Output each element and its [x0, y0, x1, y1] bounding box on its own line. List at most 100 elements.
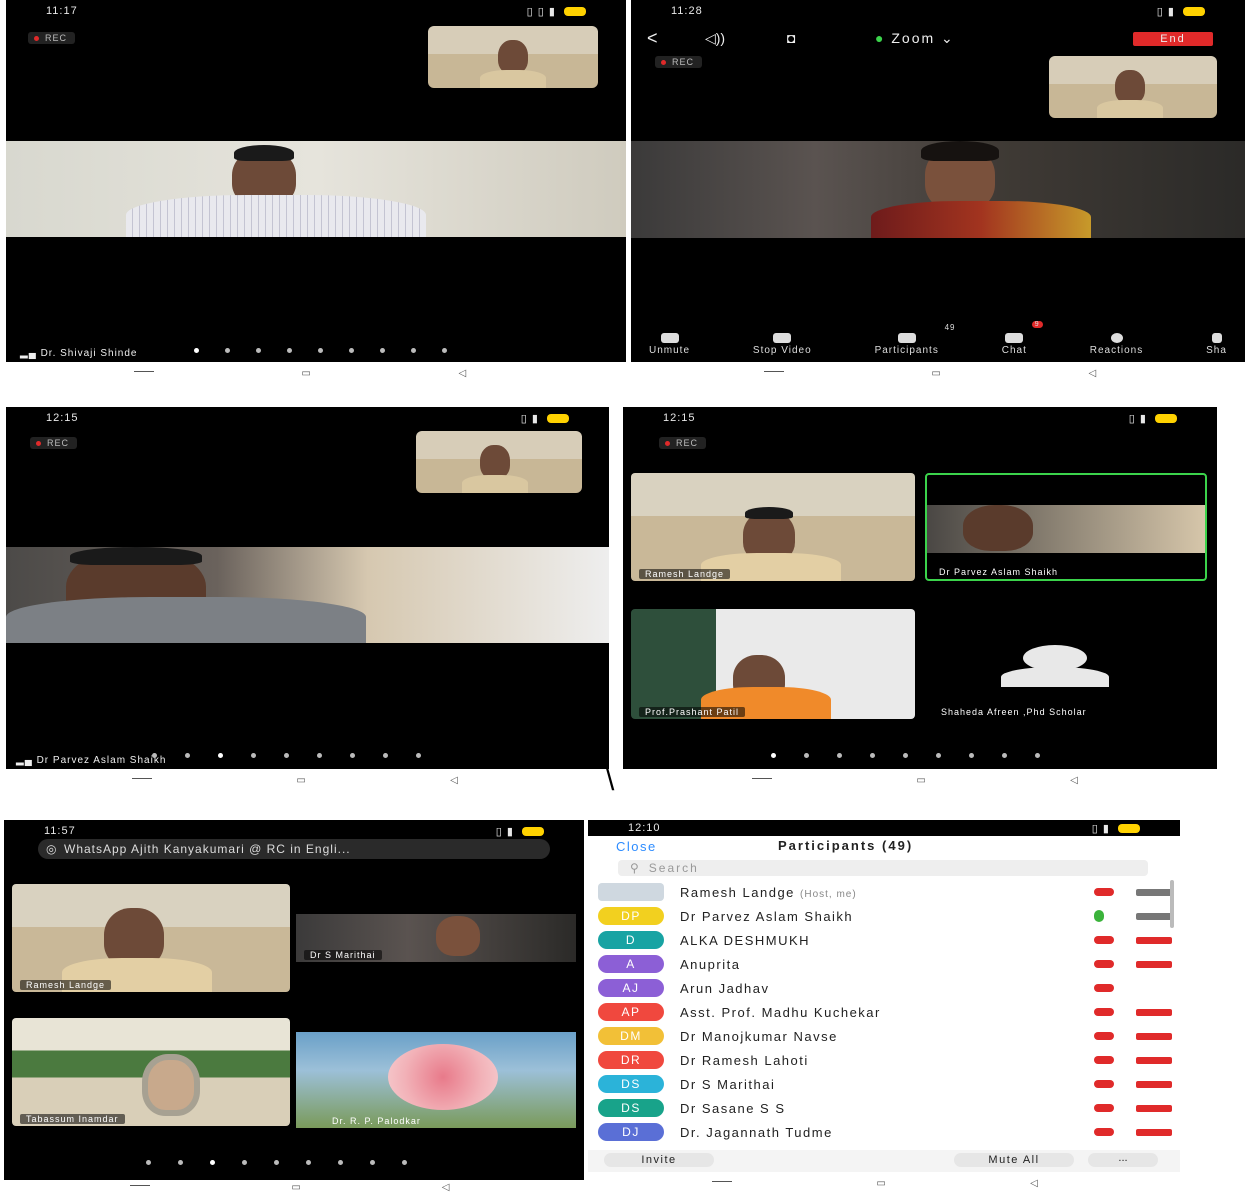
toolbar-share[interactable]: Sha: [1206, 333, 1227, 356]
recent-apps-icon[interactable]: [133, 370, 154, 376]
participants-icon: [897, 333, 916, 343]
mic-muted-icon[interactable]: [1094, 936, 1114, 944]
back-icon[interactable]: ◁: [1030, 1178, 1038, 1189]
self-view-thumbnail[interactable]: [416, 431, 582, 493]
avatar: DP: [598, 907, 664, 925]
toolbar-unmute[interactable]: Unmute: [649, 333, 690, 356]
participant-name: Dr. Jagannath Tudme: [680, 1124, 833, 1140]
video-muted-icon[interactable]: [1136, 1104, 1172, 1112]
home-icon[interactable]: ▭: [931, 368, 940, 379]
recent-apps-icon[interactable]: [712, 1180, 733, 1186]
meeting-label: Zoom: [891, 30, 936, 46]
toolbar-participants[interactable]: 49 Participants: [875, 323, 955, 356]
mic-muted-icon[interactable]: [1094, 888, 1114, 896]
mic-muted-icon[interactable]: [1094, 960, 1114, 968]
video-off-icon[interactable]: [1136, 888, 1172, 896]
mic-muted-icon[interactable]: [1094, 1008, 1114, 1016]
back-icon[interactable]: ◁: [1088, 368, 1096, 379]
gallery-tile-1[interactable]: Ramesh Landge: [631, 473, 915, 581]
participant-row[interactable]: D ALKA DESHMUKH: [598, 928, 1172, 952]
mic-muted-icon[interactable]: [1094, 1104, 1114, 1112]
back-arrow-icon[interactable]: <: [647, 28, 658, 49]
video-muted-icon[interactable]: [1136, 1032, 1172, 1040]
toolbar-chat[interactable]: 9 Chat: [1002, 321, 1043, 356]
toolbar-stop-video[interactable]: Stop Video: [753, 333, 812, 356]
recent-apps-icon[interactable]: [763, 370, 784, 376]
gallery-tile-3[interactable]: Prof.Prashant Patil: [631, 609, 915, 719]
person-head: [498, 40, 528, 74]
gallery-tile-2[interactable]: Dr S Marithai: [296, 914, 576, 962]
home-icon[interactable]: ▭: [301, 368, 310, 379]
shield-icon: ●: [875, 30, 886, 46]
participant-row[interactable]: DJ Dr. Jagannath Tudme: [598, 1120, 1172, 1144]
close-button[interactable]: Close: [616, 839, 657, 854]
status-time: 12:10: [628, 822, 661, 834]
participant-row-host[interactable]: Ramesh Landge (Host, me): [598, 880, 1172, 904]
back-icon[interactable]: ◁: [458, 368, 466, 379]
self-view-thumbnail[interactable]: [428, 26, 598, 88]
home-icon[interactable]: ▭: [291, 1182, 300, 1193]
toolbar-reactions[interactable]: Reactions: [1090, 333, 1143, 356]
home-icon[interactable]: ▭: [916, 775, 925, 786]
mic-muted-icon[interactable]: [1094, 1056, 1114, 1064]
switch-camera-icon[interactable]: ◘: [787, 30, 795, 46]
video-muted-icon[interactable]: [1136, 1128, 1172, 1136]
participant-row[interactable]: AJ Arun Jadhav: [598, 976, 1172, 1000]
recent-apps-icon[interactable]: [752, 777, 773, 783]
avatar: DM: [598, 1027, 664, 1045]
participant-row[interactable]: DM Dr Manojkumar Navse: [598, 1024, 1172, 1048]
gallery-tile-1[interactable]: Ramesh Landge: [12, 884, 290, 992]
tile-name-label: Dr Parvez Aslam Shaikh: [939, 567, 1059, 577]
mic-muted-icon[interactable]: [1094, 984, 1114, 992]
search-input[interactable]: ⚲ Search: [618, 860, 1148, 876]
speaker-jacket: [6, 597, 366, 643]
video-muted-icon[interactable]: [1136, 1080, 1172, 1088]
mic-muted-icon[interactable]: [1094, 1080, 1114, 1088]
video-muted-icon[interactable]: [1136, 1008, 1172, 1016]
back-icon[interactable]: ◁: [450, 775, 458, 786]
list-scrollbar[interactable]: [1170, 880, 1174, 928]
self-view-thumbnail[interactable]: [1049, 56, 1217, 118]
status-bar: 12:15 ▯ ▮: [623, 407, 1217, 429]
chat-badge: 9: [1031, 321, 1043, 328]
avatar: [598, 883, 664, 901]
home-icon[interactable]: ▭: [876, 1178, 885, 1189]
person-body: [462, 475, 528, 493]
gallery-tile-3[interactable]: Tabassum Inamdar: [12, 1018, 290, 1126]
video-muted-icon[interactable]: [1136, 936, 1172, 944]
participant-row[interactable]: A Anuprita: [598, 952, 1172, 976]
active-speaker-name: ▂▄ Dr Parvez Aslam Shaikh: [16, 755, 167, 766]
more-options-button[interactable]: ...: [1088, 1153, 1158, 1167]
home-icon[interactable]: ▭: [296, 775, 305, 786]
video-muted-icon[interactable]: [1136, 1056, 1172, 1064]
recent-apps-icon[interactable]: [130, 1184, 151, 1190]
person-body: [480, 70, 546, 88]
participant-row[interactable]: DS Dr Sasane S S: [598, 1096, 1172, 1120]
zoom-menu[interactable]: ● Zoom ⌄: [875, 30, 955, 47]
back-icon[interactable]: ◁: [442, 1182, 450, 1193]
person-hair: [745, 507, 793, 519]
participant-row[interactable]: DS Dr S Marithai: [598, 1072, 1172, 1096]
gallery-tile-4[interactable]: Dr. R. P. Palodkar: [296, 1032, 576, 1128]
recent-apps-icon[interactable]: [132, 777, 153, 783]
screenshot-panel-3: 12:15 ▯ ▮ REC ▂▄ Dr Parvez Aslam Shaikh: [6, 407, 609, 769]
end-button[interactable]: End: [1133, 32, 1213, 46]
participant-row[interactable]: DR Dr Ramesh Lahoti: [598, 1048, 1172, 1072]
mic-muted-icon[interactable]: [1094, 1032, 1114, 1040]
video-off-icon[interactable]: [1136, 912, 1172, 920]
gallery-tile-4-no-video[interactable]: Shaheda Afreen ,Phd Scholar: [925, 609, 1207, 719]
participant-row[interactable]: DP Dr Parvez Aslam Shaikh: [598, 904, 1172, 928]
back-icon[interactable]: ◁: [1070, 775, 1078, 786]
speaker-icon[interactable]: ◁)): [705, 30, 725, 47]
speaker-name-text: Dr. Shivaji Shinde: [40, 348, 138, 359]
participant-row[interactable]: AP Asst. Prof. Madhu Kuchekar: [598, 1000, 1172, 1024]
whatsapp-notification[interactable]: ◎ WhatsApp Ajith Kanyakumari @ RC in Engl…: [38, 839, 550, 859]
video-muted-icon[interactable]: [1136, 960, 1172, 968]
mic-on-icon[interactable]: [1094, 910, 1104, 922]
screenshot-panel-2: 11:28 ▯ ▮ < ◁)) ◘ ● Zoom ⌄ End REC Unmut…: [631, 0, 1245, 362]
mute-all-button[interactable]: Mute All: [954, 1153, 1074, 1167]
mic-muted-icon[interactable]: [1094, 1128, 1114, 1136]
gallery-tile-2-active-speaker[interactable]: Dr Parvez Aslam Shaikh: [925, 473, 1207, 581]
person-body: [1097, 100, 1163, 118]
invite-button[interactable]: Invite: [604, 1153, 714, 1167]
